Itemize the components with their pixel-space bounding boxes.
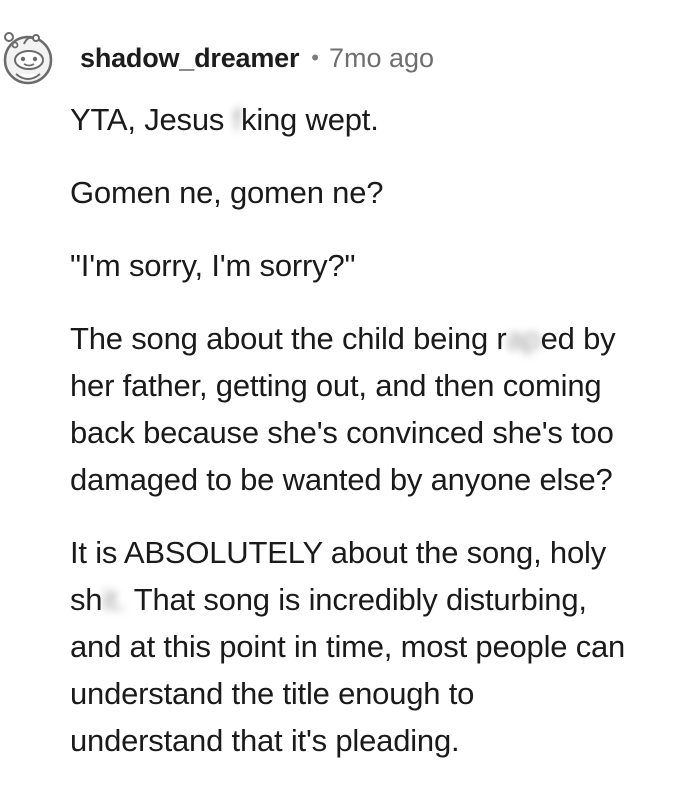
comment-paragraph: YTA, Jesus fking wept. bbox=[70, 96, 696, 143]
comment-text: sh bbox=[70, 582, 103, 617]
censored-word: it. bbox=[102, 582, 126, 617]
comment-text: understand the title enough to bbox=[70, 676, 475, 711]
comment-text: "I'm sorry, I'm sorry?" bbox=[70, 248, 356, 283]
comment-text: damaged to be wanted by anyone else? bbox=[70, 462, 613, 497]
comment-text: The song about the child being r bbox=[70, 321, 507, 356]
comment-text: ed by bbox=[540, 321, 616, 356]
comment-header: shadow_dreamer • 7mo ago bbox=[80, 38, 434, 78]
comment-text: Gomen ne, gomen ne? bbox=[70, 175, 384, 210]
comment-paragraph: "I'm sorry, I'm sorry?" bbox=[70, 242, 696, 289]
comment-body: YTA, Jesus fking wept. Gomen ne, gomen ne… bbox=[70, 96, 696, 790]
comment-text: That song is incredibly disturbing, bbox=[125, 582, 587, 617]
snoo-avatar-icon[interactable] bbox=[2, 30, 54, 86]
comment-text: understand that it's pleading. bbox=[70, 723, 460, 758]
username-link[interactable]: shadow_dreamer bbox=[80, 43, 299, 74]
censored-word: f bbox=[232, 102, 242, 137]
comment-paragraph: The song about the child being raped by h… bbox=[70, 315, 696, 503]
comment-text: It is ABSOLUTELY about the song, holy bbox=[70, 535, 606, 570]
comment-text: her father, getting out, and then coming bbox=[70, 368, 602, 403]
comment-text: and at this point in time, most people c… bbox=[70, 629, 626, 664]
censored-word: ap bbox=[506, 321, 541, 356]
comment-text: YTA, Jesus bbox=[70, 102, 233, 137]
meta-separator: • bbox=[311, 45, 319, 70]
comment-text: king wept. bbox=[241, 102, 379, 137]
comment-paragraph: Gomen ne, gomen ne? bbox=[70, 169, 696, 216]
comment-text: back because she's convinced she's too bbox=[70, 415, 614, 450]
comment: shadow_dreamer • 7mo ago YTA, Jesus fkin… bbox=[0, 0, 700, 771]
comment-paragraph: It is ABSOLUTELY about the song, holy shi… bbox=[70, 529, 696, 764]
timestamp[interactable]: 7mo ago bbox=[329, 43, 434, 74]
